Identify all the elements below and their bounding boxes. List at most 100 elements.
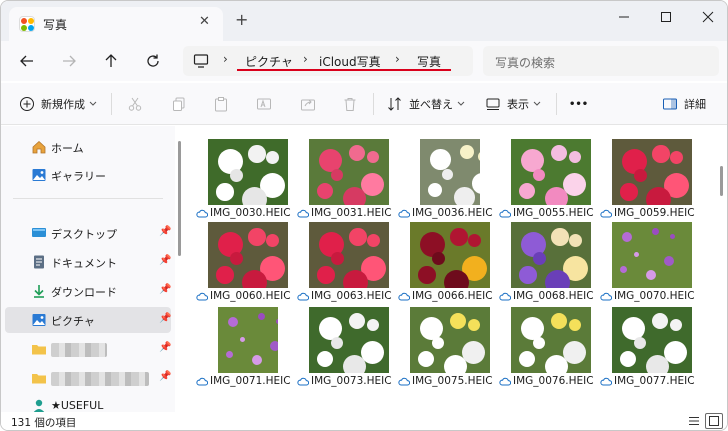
file-item[interactable]: IMG_0077.HEIC (596, 307, 696, 395)
sidebar-item-redacted-folder[interactable]: 📌 (5, 365, 171, 391)
file-name-row: IMG_0077.HEIC (600, 375, 704, 387)
file-name: IMG_0071.HEIC (210, 375, 291, 387)
close-button[interactable] (685, 1, 727, 33)
file-name-row: IMG_0070.HEIC (600, 290, 704, 302)
cloud-icon (499, 292, 511, 300)
photo-thumbnail (410, 222, 490, 288)
cloud-icon (297, 292, 309, 300)
sidebar-item-pictures[interactable]: ピクチャ 📌 (5, 307, 171, 333)
cloud-icon (196, 377, 208, 385)
file-item[interactable]: IMG_0031.HEIC (293, 139, 393, 227)
photo-thumbnail (511, 139, 591, 205)
cloud-icon (398, 292, 410, 300)
photo-thumbnail (612, 139, 692, 205)
file-item[interactable]: IMG_0070.HEIC (596, 222, 696, 310)
flower-blossom (226, 351, 234, 359)
file-item[interactable]: IMG_0059.HEIC (596, 139, 696, 227)
sidebar-item-redacted-folder[interactable]: 📌 (5, 336, 171, 362)
flower-blossom (519, 183, 535, 199)
photos-app-icon (19, 16, 35, 32)
file-item[interactable]: IMG_0066.HEIC (394, 222, 494, 310)
flower-blossom (317, 266, 335, 284)
flower-blossom (216, 266, 234, 284)
file-item[interactable]: IMG_0075.HEIC (394, 307, 494, 395)
chevron-down-icon (89, 101, 97, 106)
details-pane-button[interactable]: 詳細 (662, 94, 706, 114)
new-button[interactable]: 新規作成 (19, 94, 97, 114)
view-button[interactable]: 表示 (485, 94, 541, 114)
refresh-button[interactable] (141, 49, 165, 73)
file-name-row: IMG_0075.HEIC (398, 375, 502, 387)
breadcrumb[interactable]: › ピクチャ › iCloud写真 › 写真 (183, 46, 473, 76)
file-item[interactable]: IMG_0076.HEIC (495, 307, 595, 395)
flower-blossom (646, 270, 657, 281)
file-name: IMG_0068.HEIC (513, 290, 594, 302)
divider (556, 93, 557, 115)
file-item[interactable]: IMG_0030.HEIC (192, 139, 292, 227)
folder-icon (32, 345, 46, 355)
content-scrollbar[interactable] (720, 166, 723, 196)
breadcrumb-icloud-photos[interactable]: iCloud写真 (319, 53, 381, 70)
redacted-label (51, 372, 149, 386)
details-view-button[interactable] (685, 413, 703, 429)
back-button[interactable] (15, 49, 39, 73)
delete-button[interactable] (342, 94, 358, 114)
file-item[interactable]: IMG_0036.HEIC (394, 139, 494, 227)
forward-button[interactable] (57, 49, 81, 73)
file-name-row: IMG_0063.HEIC (297, 290, 401, 302)
rename-button[interactable] (256, 94, 272, 114)
sidebar-item-downloads[interactable]: ダウンロード 📌 (5, 278, 171, 304)
copy-icon (173, 97, 185, 111)
tab-photos[interactable]: 写真 ✕ (9, 7, 223, 41)
sidebar-item-documents[interactable]: ドキュメント 📌 (5, 249, 171, 275)
maximize-button[interactable] (643, 1, 689, 33)
file-item[interactable]: IMG_0068.HEIC (495, 222, 595, 310)
file-item[interactable]: IMG_0055.HEIC (495, 139, 595, 227)
flower-blossom (266, 234, 280, 248)
more-options-button[interactable]: ••• (569, 94, 588, 114)
flower-blossom (652, 228, 660, 236)
sidebar-item-label: ドキュメント (51, 257, 117, 270)
sidebar-item-gallery[interactable]: ギャラリー (5, 162, 171, 188)
flower-blossom (432, 252, 446, 266)
file-item[interactable]: IMG_0060.HEIC (192, 222, 292, 310)
sidebar-item-desktop[interactable]: デスクトップ 📌 (5, 220, 171, 246)
file-name: IMG_0060.HEIC (210, 290, 291, 302)
divider (111, 93, 112, 115)
cloud-icon (499, 209, 511, 217)
sort-button[interactable]: 並べ替え (387, 94, 465, 114)
flower-blossom (331, 252, 345, 266)
chevron-down-icon (533, 101, 541, 106)
flower-blossom (240, 337, 246, 343)
breadcrumb-separator: › (303, 52, 308, 66)
flower-blossom (664, 256, 675, 267)
file-item[interactable]: IMG_0063.HEIC (293, 222, 393, 310)
paste-button[interactable] (213, 94, 229, 114)
photo-thumbnail (511, 222, 591, 288)
search-input[interactable]: 写真の検索 (483, 46, 719, 76)
pin-icon: 📌 (159, 342, 172, 353)
share-button[interactable] (300, 94, 316, 114)
flower-blossom (367, 319, 379, 331)
photo-thumbnail (612, 307, 692, 373)
file-item[interactable]: IMG_0071.HEIC (192, 307, 292, 395)
divider (373, 93, 374, 115)
sidebar-item-home[interactable]: ホーム (5, 134, 171, 160)
sidebar-scrollbar[interactable] (178, 141, 181, 256)
breadcrumb-pictures[interactable]: ピクチャ (245, 53, 293, 70)
breadcrumb-photos[interactable]: 写真 (417, 53, 441, 70)
maximize-icon (661, 12, 671, 22)
flower-blossom (230, 252, 244, 266)
tab-close-icon[interactable]: ✕ (199, 14, 210, 29)
thumbnail-view-button[interactable] (705, 413, 723, 429)
search-placeholder: 写真の検索 (495, 56, 556, 70)
minimize-button[interactable] (601, 1, 647, 33)
flower-blossom (569, 234, 583, 248)
new-tab-button[interactable]: + (235, 12, 248, 28)
up-button[interactable] (99, 49, 123, 73)
cut-button[interactable] (127, 94, 143, 114)
flower-blossom (432, 337, 444, 349)
copy-button[interactable] (171, 94, 187, 114)
photo-thumbnail (309, 222, 389, 288)
file-item[interactable]: IMG_0073.HEIC (293, 307, 393, 395)
